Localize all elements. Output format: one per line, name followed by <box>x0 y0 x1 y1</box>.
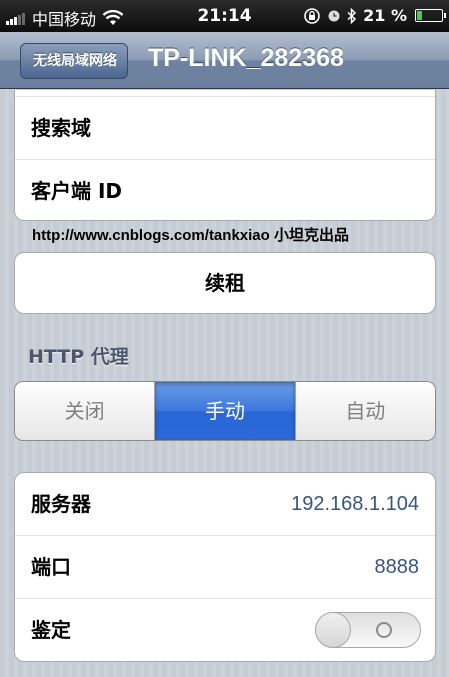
back-button[interactable]: 无线局域网络 <box>20 43 128 79</box>
status-bar: 中国移动 21:14 21 % <box>0 0 449 32</box>
toggle-off-indicator-icon <box>376 622 392 638</box>
port-label: 端口 <box>31 555 71 579</box>
row-port[interactable]: 端口 8888 <box>15 535 435 598</box>
dhcp-settings-group: 搜索域 客户端 ID <box>14 90 436 221</box>
proxy-mode-segmented-control: 关闭 手动 自动 <box>14 381 436 441</box>
client-id-label: 客户端 ID <box>31 179 123 203</box>
page-title: TP-LINK_282368 <box>148 44 344 72</box>
proxy-settings-group: 服务器 192.168.1.104 端口 8888 鉴定 <box>14 472 436 662</box>
segment-off[interactable]: 关闭 <box>15 382 155 440</box>
row-authentication: 鉴定 <box>15 598 435 661</box>
battery-percent: 21 % <box>363 6 407 25</box>
watermark-text: http://www.cnblogs.com/tankxiao 小坦克出品 <box>32 227 349 244</box>
bluetooth-icon <box>347 7 357 24</box>
authentication-toggle[interactable] <box>315 612 421 648</box>
renew-lease-button[interactable]: 续租 <box>14 252 436 314</box>
back-button-label: 无线局域网络 <box>33 53 117 69</box>
segment-manual[interactable]: 手动 <box>154 382 295 440</box>
segment-auto[interactable]: 自动 <box>294 382 435 440</box>
search-domain-label: 搜索域 <box>31 116 91 140</box>
rotation-lock-icon <box>304 7 320 24</box>
server-label: 服务器 <box>31 492 91 516</box>
authentication-label: 鉴定 <box>31 618 71 642</box>
server-value[interactable]: 192.168.1.104 <box>291 473 419 535</box>
port-value[interactable]: 8888 <box>375 536 420 598</box>
row-server[interactable]: 服务器 192.168.1.104 <box>15 473 435 535</box>
row-client-id[interactable]: 客户端 ID <box>15 159 435 220</box>
toggle-knob[interactable] <box>315 612 351 648</box>
battery-fill <box>417 11 423 20</box>
http-proxy-header: HTTP 代理 <box>28 346 129 368</box>
status-right: 21 % <box>303 6 446 25</box>
alarm-icon <box>328 10 340 21</box>
navigation-bar: 无线局域网络 TP-LINK_282368 <box>0 32 449 89</box>
battery-icon <box>415 9 446 22</box>
row-search-domain[interactable]: 搜索域 <box>15 96 435 159</box>
